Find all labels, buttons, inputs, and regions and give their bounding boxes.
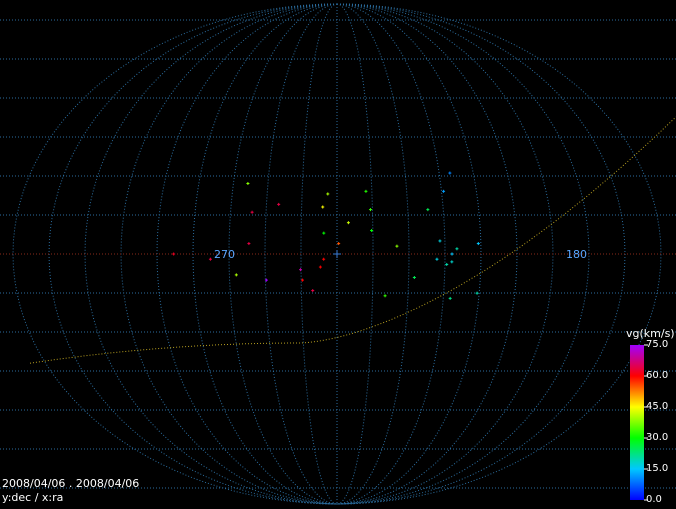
ecliptic-line [29, 116, 676, 364]
colorbar-bar [630, 345, 644, 500]
colorbar-tick-label: 60.0 [646, 370, 669, 381]
colorbar-tick-label: 45.0 [646, 401, 669, 412]
center-cross-marker [333, 250, 341, 258]
date-range: 2008/04/06 . 2008/04/06 [2, 477, 140, 490]
colorbar-tick-label: 0.0 [646, 494, 662, 505]
radiant-points [172, 171, 480, 300]
axes-caption: y:dec / x:ra [2, 491, 64, 504]
colorbar-tick-label: 15.0 [646, 463, 669, 474]
ra-label-270: 270 [214, 248, 235, 261]
velocity-colorbar [630, 344, 648, 501]
ecliptic-curve [29, 116, 676, 364]
colorbar-tick-label: 30.0 [646, 432, 669, 443]
colorbar-tick-label: 75.0 [646, 339, 669, 350]
ra-label-180: 180 [566, 248, 587, 261]
